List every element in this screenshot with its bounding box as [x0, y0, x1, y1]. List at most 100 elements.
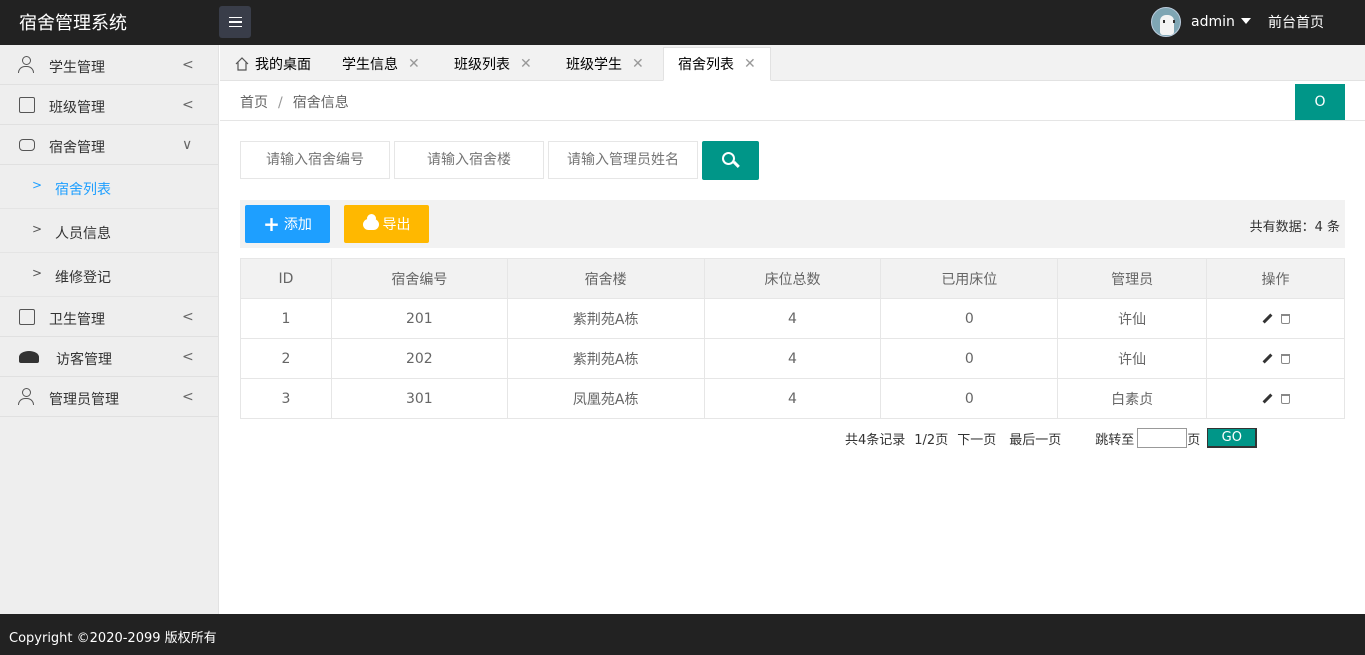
next-page-link[interactable]: 下一页 [957, 429, 996, 448]
tab-dorm-list[interactable]: 宿舍列表 ✕ [663, 47, 771, 81]
plus-icon: + [263, 212, 280, 236]
row-actions [1206, 298, 1345, 339]
close-icon[interactable]: ✕ [520, 56, 532, 72]
close-icon[interactable]: ✕ [408, 56, 420, 72]
chevron-left-icon: < [182, 349, 194, 365]
jump-to-label: 跳转至 [1095, 432, 1135, 448]
chevron-down-icon: ∨ [182, 137, 193, 153]
sidebar-item-hygiene[interactable]: 卫生管理 < [0, 297, 218, 337]
trash-icon[interactable] [1280, 353, 1290, 364]
edit-icon[interactable] [1262, 393, 1272, 404]
tab-class-list[interactable]: 班级列表 ✕ [454, 47, 532, 81]
home-icon [235, 57, 249, 71]
edit-icon[interactable] [1262, 313, 1272, 324]
breadcrumb-home[interactable]: 首页 [240, 95, 268, 111]
refresh-button[interactable]: O [1295, 84, 1345, 120]
trash-icon[interactable] [1280, 393, 1290, 404]
sidebar-subitem-label: 人员信息 [55, 226, 111, 242]
refresh-icon: O [1314, 94, 1326, 110]
export-button[interactable]: 导出 [344, 205, 429, 243]
sidebar-item-classes[interactable]: 班级管理 < [0, 85, 218, 125]
sidebar-item-visitors[interactable]: 访客管理 < [0, 337, 218, 377]
chevron-right-icon: > [32, 266, 43, 280]
breadcrumb: 首页 / 宿舍信息 [240, 92, 349, 112]
table-cell: 许仙 [1057, 298, 1208, 339]
sidebar-item-dorms[interactable]: 宿舍管理 ∨ [0, 125, 218, 165]
sidebar-item-label: 卫生管理 [49, 312, 105, 328]
building-input[interactable] [394, 141, 544, 179]
go-button[interactable]: GO [1207, 428, 1258, 448]
column-header: 管理员 [1057, 258, 1208, 299]
add-button-label: 添加 [283, 217, 312, 233]
column-header: 宿舍编号 [330, 258, 508, 299]
table-cell: 4 [703, 298, 882, 339]
close-icon[interactable]: ✕ [744, 56, 756, 72]
table-cell: 紫荆苑A栋 [506, 338, 705, 379]
table-row: 1 201 紫荆苑A栋 4 0 许仙 [240, 298, 1345, 339]
column-header: 操作 [1206, 258, 1345, 299]
column-header: 已用床位 [880, 258, 1059, 299]
column-header: ID [240, 258, 332, 299]
user-menu[interactable]: admin [1151, 6, 1251, 38]
hygiene-icon [19, 309, 35, 325]
user-name[interactable]: admin [1191, 14, 1235, 30]
jump-page-input[interactable] [1137, 428, 1188, 448]
chevron-left-icon: < [182, 389, 194, 405]
breadcrumb-current: 宿舍信息 [292, 95, 349, 111]
table-cell: 4 [703, 378, 882, 419]
table-cell: 2 [240, 338, 332, 379]
footer: Copyright ©2020-2099 版权所有 [0, 614, 1365, 655]
table-cell: 0 [880, 378, 1059, 419]
column-header: 宿舍楼 [506, 258, 705, 299]
table-cell: 0 [880, 298, 1059, 339]
table-cell: 3 [240, 378, 332, 419]
export-button-label: 导出 [382, 217, 411, 233]
edit-icon[interactable] [1262, 353, 1272, 364]
table-cell: 白素贞 [1057, 378, 1208, 419]
tab-label: 我的桌面 [255, 57, 311, 73]
user-icon [22, 56, 31, 65]
record-count: 共4条记录 [845, 432, 906, 448]
chevron-left-icon: < [182, 309, 194, 325]
tab-bar: 我的桌面 学生信息 ✕ 班级列表 ✕ 班级学生 ✕ 宿舍列表 ✕ [220, 45, 1365, 81]
cloud-upload-icon [362, 213, 379, 230]
last-page-link[interactable]: 最后一页 [1009, 429, 1061, 448]
sidebar-item-students[interactable]: 学生管理 < [0, 45, 218, 85]
tab-class-students[interactable]: 班级学生 ✕ [566, 47, 644, 81]
trash-icon[interactable] [1280, 313, 1290, 324]
chevron-left-icon: < [182, 97, 194, 113]
tab-student-info[interactable]: 学生信息 ✕ [342, 47, 420, 81]
tab-desktop[interactable]: 我的桌面 [235, 47, 311, 81]
menu-toggle-button[interactable] [219, 6, 251, 38]
table-cell: 许仙 [1057, 338, 1208, 379]
table-row: 2 202 紫荆苑A栋 4 0 许仙 [240, 338, 1345, 379]
sidebar-subitem-repairs[interactable]: > 维修登记 [0, 253, 218, 297]
row-actions [1206, 338, 1345, 379]
tab-label: 班级列表 [454, 57, 510, 73]
sidebar-subitem-personnel[interactable]: > 人员信息 [0, 209, 218, 253]
tab-label: 宿舍列表 [678, 57, 734, 73]
pagination: 共4条记录 1/2页 下一页 最后一页 跳转至 页 GO [845, 428, 1258, 448]
sidebar-subitem-dorm-list[interactable]: > 宿舍列表 [0, 165, 218, 209]
search-button[interactable] [702, 141, 759, 180]
table-cell: 201 [330, 298, 508, 339]
sidebar-subitem-label: 宿舍列表 [55, 182, 111, 198]
table-header-row: ID 宿舍编号 宿舍楼 床位总数 已用床位 管理员 操作 [240, 258, 1345, 299]
close-icon[interactable]: ✕ [632, 56, 644, 72]
manager-name-input[interactable] [548, 141, 698, 179]
chevron-left-icon: < [182, 57, 194, 73]
page-indicator: 1/2页 [914, 432, 949, 448]
dorm-table: ID 宿舍编号 宿舍楼 床位总数 已用床位 管理员 操作 1 201 紫荆苑A栋… [240, 258, 1345, 419]
total-count: 共有数据：4 条 [1249, 220, 1340, 235]
add-button[interactable]: + 添加 [245, 205, 330, 243]
table-cell: 301 [330, 378, 508, 419]
hamburger-icon [228, 16, 242, 19]
sidebar-item-admins[interactable]: 管理员管理 < [0, 377, 218, 417]
front-page-link[interactable]: 前台首页 [1268, 12, 1324, 32]
sidebar: 学生管理 < 班级管理 < 宿舍管理 ∨ > 宿舍列表 > 人员信息 > 维修登… [0, 45, 219, 614]
caret-down-icon[interactable] [1240, 18, 1251, 24]
admin-user-icon [22, 388, 31, 397]
dorm-number-input[interactable] [240, 141, 390, 179]
avatar[interactable] [1151, 7, 1181, 37]
page-unit-label: 页 [1187, 432, 1201, 448]
